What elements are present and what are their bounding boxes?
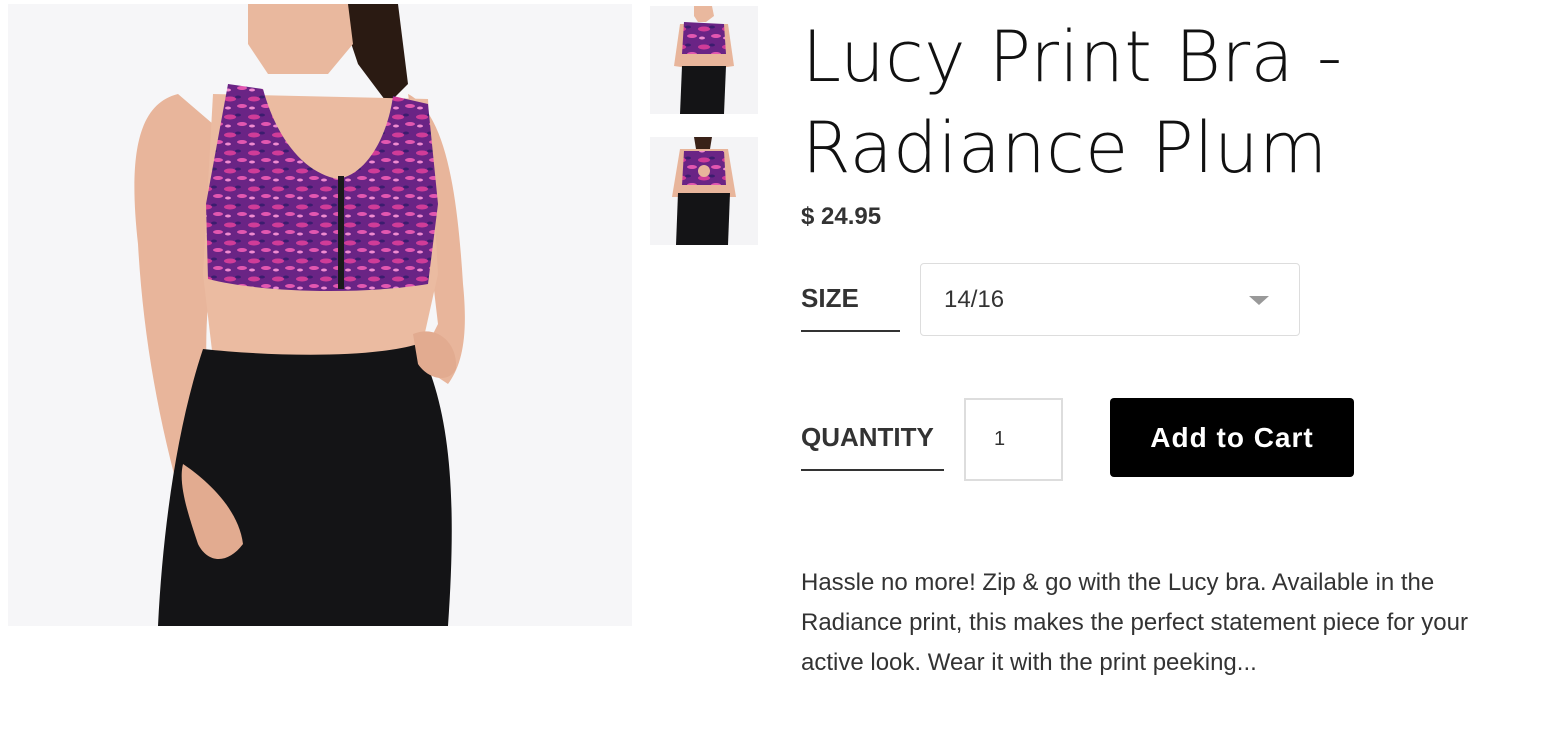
thumbnail-back[interactable] [650,137,758,245]
size-selected-value: 14/16 [944,286,1005,313]
product-price: $ 24.95 [801,203,882,230]
size-select[interactable]: 14/16 [920,263,1300,336]
add-to-cart-button[interactable]: Add to Cart [1110,398,1354,477]
thumbnail-front[interactable] [650,6,758,114]
quantity-input[interactable]: 1 [964,398,1063,481]
product-description: Hassle no more! Zip & go with the Lucy b… [801,569,1468,676]
main-product-image[interactable] [8,4,632,626]
quantity-label: QUANTITY [801,422,944,471]
size-label: SIZE [801,283,900,332]
chevron-down-icon [1249,296,1269,305]
product-title: Lucy Print Bra - Radiance Plum [802,16,1343,189]
